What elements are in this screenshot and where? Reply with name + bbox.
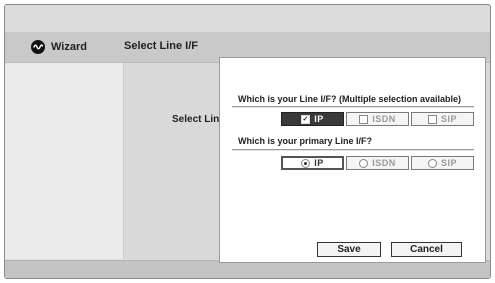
wizard-window: Wizard Select Line I/F Select Line I/F W…	[4, 4, 491, 279]
save-button[interactable]: Save	[317, 242, 381, 257]
line-if-question: Which is your Line I/F? (Multiple select…	[238, 94, 462, 104]
radio-selected-icon	[301, 158, 311, 168]
divider	[232, 106, 474, 108]
radio-unselected-icon	[359, 158, 369, 168]
divider	[232, 149, 474, 151]
cancel-button[interactable]: Cancel	[391, 242, 462, 257]
line-if-dialog: Which is your Line I/F? (Multiple select…	[219, 57, 486, 263]
checkbox-sip[interactable]: SIP	[411, 112, 474, 126]
checkbox-unchecked-icon	[359, 114, 369, 124]
checkbox-ip[interactable]: ✓ IP	[281, 112, 344, 126]
primary-radio-group: IP ISDN SIP	[281, 156, 474, 170]
checkbox-unchecked-icon	[427, 114, 437, 124]
checkbox-checked-icon: ✓	[301, 114, 311, 124]
radio-sip[interactable]: SIP	[411, 156, 474, 170]
radio-ip[interactable]: IP	[281, 156, 344, 170]
radio-isdn[interactable]: ISDN	[346, 156, 409, 170]
wave-icon	[31, 40, 45, 54]
primary-line-if-question: Which is your primary Line I/F?	[238, 136, 373, 146]
line-if-checkbox-group: ✓ IP ISDN SIP	[281, 112, 474, 126]
step-title: Select Line I/F	[124, 40, 198, 52]
app-title-text: Wizard	[51, 41, 87, 53]
app-title: Wizard	[31, 40, 87, 54]
sidebar	[5, 63, 124, 259]
checkbox-isdn[interactable]: ISDN	[346, 112, 409, 126]
radio-unselected-icon	[427, 158, 437, 168]
